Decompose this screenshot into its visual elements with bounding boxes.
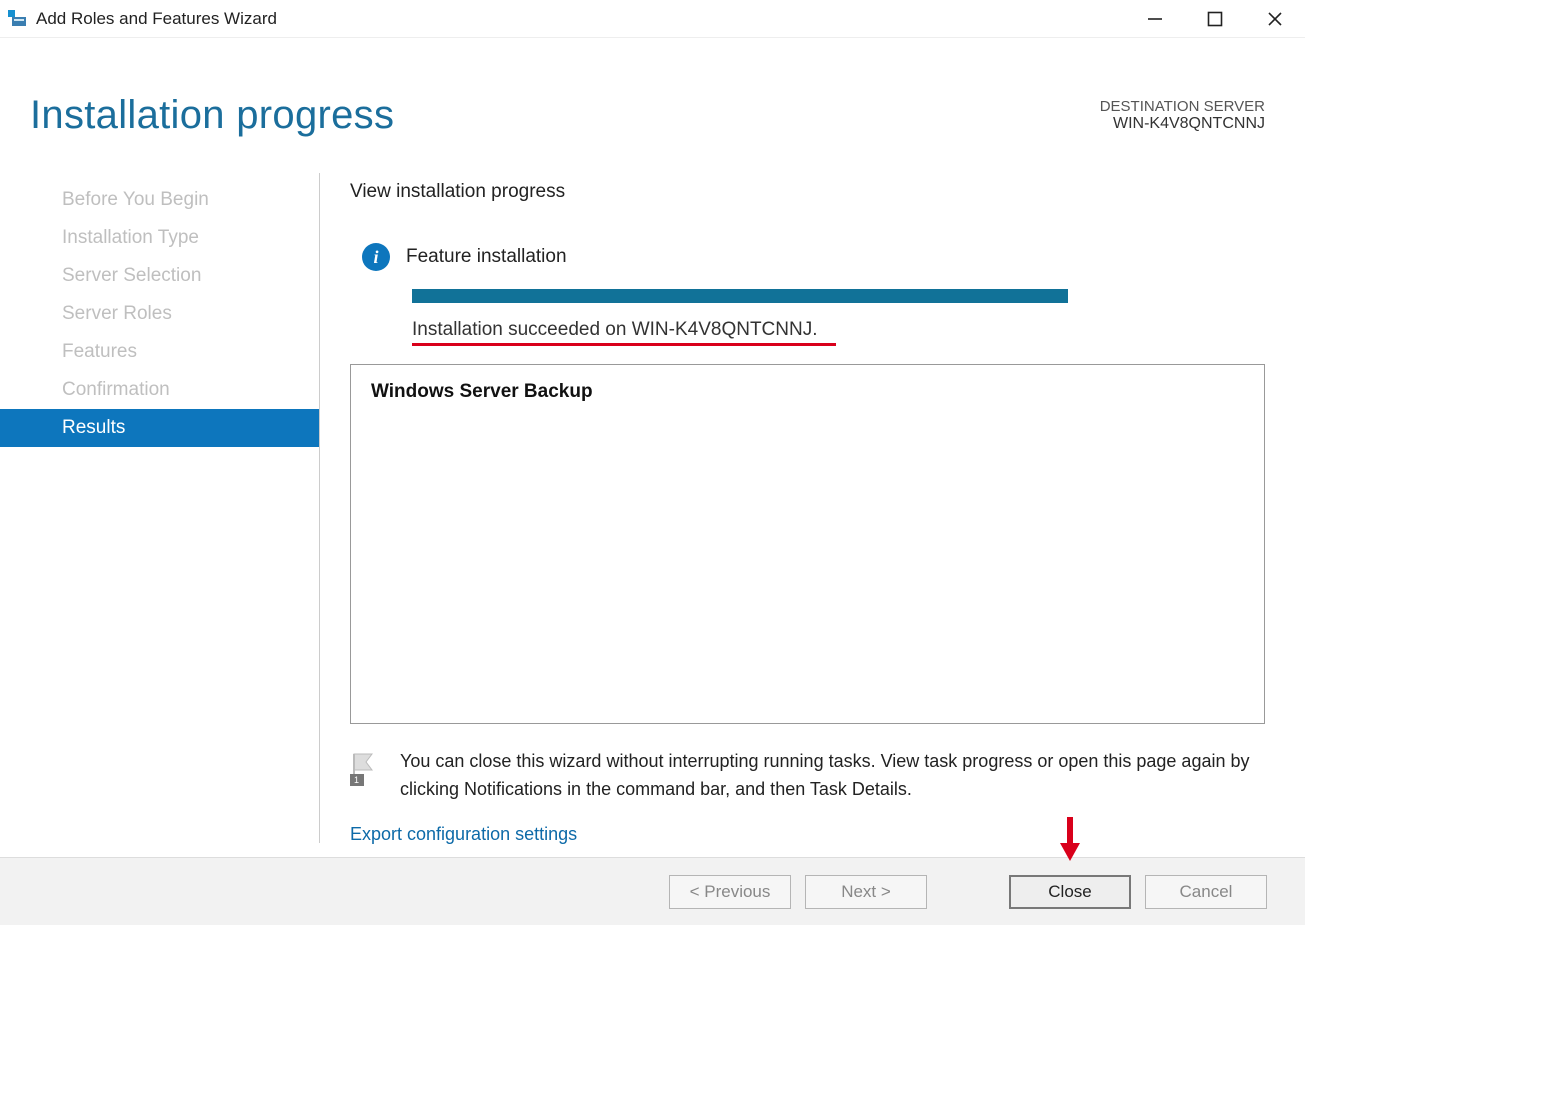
status-row: i Feature installation bbox=[350, 243, 1275, 271]
progress-bar bbox=[412, 289, 1068, 303]
minimize-button[interactable] bbox=[1125, 0, 1185, 37]
info-icon: i bbox=[362, 243, 390, 271]
destination-name: WIN-K4V8QNTCNNJ bbox=[1100, 115, 1265, 133]
sidebar-item-server-roles: Server Roles bbox=[0, 295, 319, 333]
sidebar-item-results[interactable]: Results bbox=[0, 409, 319, 447]
result-feature: Windows Server Backup bbox=[371, 381, 1244, 403]
page-title: Installation progress bbox=[30, 93, 394, 138]
window-controls bbox=[1125, 0, 1305, 37]
previous-button: < Previous bbox=[669, 875, 791, 909]
sidebar-item-server-selection: Server Selection bbox=[0, 257, 319, 295]
note-text: You can close this wizard without interr… bbox=[400, 748, 1265, 804]
header: Installation progress DESTINATION SERVER… bbox=[0, 38, 1305, 138]
sidebar-item-before-you-begin: Before You Begin bbox=[0, 181, 319, 219]
window-title: Add Roles and Features Wizard bbox=[36, 9, 1125, 29]
note-row: 1 You can close this wizard without inte… bbox=[350, 748, 1265, 804]
sidebar-item-confirmation: Confirmation bbox=[0, 371, 319, 409]
next-button: Next > bbox=[805, 875, 927, 909]
destination-label: DESTINATION SERVER bbox=[1100, 98, 1265, 115]
main: Before You Begin Installation Type Serve… bbox=[0, 173, 1305, 843]
footer: < Previous Next > Close Cancel bbox=[0, 857, 1305, 925]
view-heading: View installation progress bbox=[350, 181, 1275, 203]
export-link[interactable]: Export configuration settings bbox=[350, 824, 577, 845]
status-message: Installation succeeded on WIN-K4V8QNTCNN… bbox=[412, 319, 836, 346]
sidebar-item-features: Features bbox=[0, 333, 319, 371]
result-box: Windows Server Backup bbox=[350, 364, 1265, 724]
maximize-button[interactable] bbox=[1185, 0, 1245, 37]
close-window-button[interactable] bbox=[1245, 0, 1305, 37]
app-icon bbox=[6, 8, 28, 30]
destination-block: DESTINATION SERVER WIN-K4V8QNTCNNJ bbox=[1100, 93, 1265, 133]
title-bar: Add Roles and Features Wizard bbox=[0, 0, 1305, 38]
svg-text:1: 1 bbox=[354, 775, 359, 785]
sidebar-item-installation-type: Installation Type bbox=[0, 219, 319, 257]
sidebar: Before You Begin Installation Type Serve… bbox=[0, 173, 320, 843]
status-label: Feature installation bbox=[406, 246, 567, 268]
close-button[interactable]: Close bbox=[1009, 875, 1131, 909]
flag-icon: 1 bbox=[350, 752, 378, 786]
cancel-button: Cancel bbox=[1145, 875, 1267, 909]
content: View installation progress i Feature ins… bbox=[320, 173, 1305, 843]
